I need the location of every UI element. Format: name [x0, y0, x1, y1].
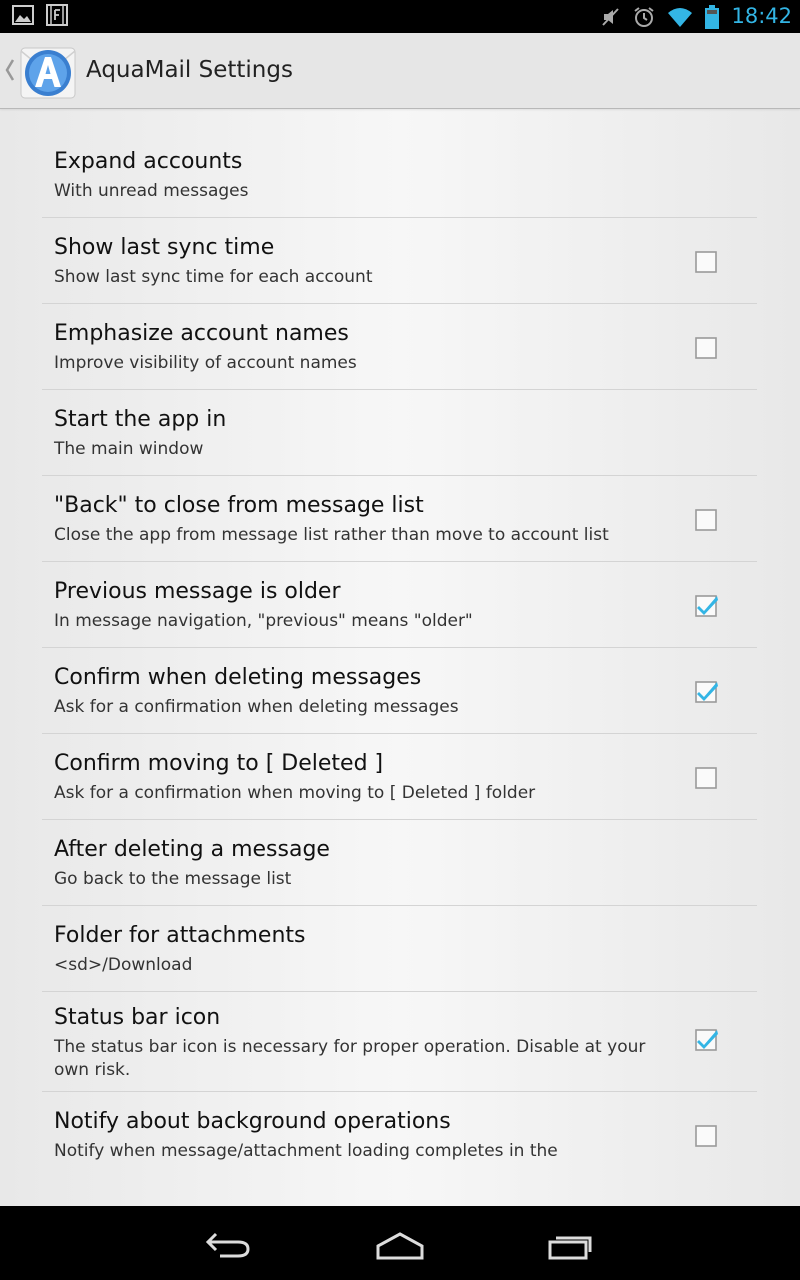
pref-expand-accounts[interactable]: Expand accounts With unread messages [42, 132, 757, 218]
pref-title: Show last sync time [54, 235, 275, 260]
checkbox-checked[interactable] [694, 594, 718, 618]
pref-title: Folder for attachments [54, 923, 306, 948]
pref-start-app-in[interactable]: Start the app in The main window [42, 390, 757, 476]
pref-title: Status bar icon [54, 1005, 221, 1030]
pref-after-deleting[interactable]: After deleting a message Go back to the … [42, 820, 757, 906]
pref-title: After deleting a message [54, 837, 330, 862]
pref-folder-attachments[interactable]: Folder for attachments <sd>/Download [42, 906, 757, 992]
pref-title: Expand accounts [54, 149, 243, 174]
pref-previous-message-older[interactable]: Previous message is older In message nav… [42, 562, 757, 648]
wifi-icon [668, 7, 693, 27]
navigation-bar [0, 1206, 800, 1280]
checkbox-checked[interactable] [694, 1028, 718, 1052]
pref-title: Start the app in [54, 407, 227, 432]
pref-title: Emphasize account names [54, 321, 349, 346]
pref-title: "Back" to close from message list [54, 493, 424, 518]
pref-notify-background[interactable]: Notify about background operations Notif… [42, 1092, 757, 1177]
pref-confirm-moving-deleted[interactable]: Confirm moving to [ Deleted ] Ask for a … [42, 734, 757, 820]
pref-summary: Ask for a confirmation when deleting mes… [54, 697, 459, 717]
pref-status-bar-icon[interactable]: Status bar icon The status bar icon is n… [42, 992, 757, 1092]
back-icon[interactable] [196, 1224, 260, 1264]
pref-title: Confirm when deleting messages [54, 665, 422, 690]
pref-summary: Improve visibility of account names [54, 353, 357, 373]
gallery-icon [12, 5, 34, 25]
pref-summary: The main window [54, 439, 204, 459]
pref-summary: Go back to the message list [54, 869, 292, 889]
pref-summary: The status bar icon is necessary for pro… [54, 1037, 646, 1080]
pref-summary: <sd>/Download [54, 955, 193, 975]
page-title: AquaMail Settings [86, 57, 293, 83]
home-icon[interactable] [368, 1224, 432, 1264]
alarm-icon [634, 6, 655, 27]
pref-summary: Notify when message/attachment loading c… [54, 1141, 558, 1161]
pref-show-last-sync-time[interactable]: Show last sync time Show last sync time … [42, 218, 757, 304]
aquamail-logo-icon[interactable] [18, 43, 78, 103]
checkbox-unchecked[interactable] [694, 336, 718, 360]
pref-summary: Show last sync time for each account [54, 267, 373, 287]
status-bar: 18:42 [0, 0, 800, 33]
recent-apps-icon[interactable] [540, 1224, 604, 1264]
pref-title: Previous message is older [54, 579, 341, 604]
checkbox-unchecked[interactable] [694, 508, 718, 532]
checkbox-checked[interactable] [694, 680, 718, 704]
flipboard-icon [46, 4, 68, 26]
pref-summary: Close the app from message list rather t… [54, 525, 609, 545]
checkbox-unchecked[interactable] [694, 766, 718, 790]
checkbox-unchecked[interactable] [694, 250, 718, 274]
pref-title: Notify about background operations [54, 1109, 451, 1134]
up-caret-icon[interactable] [4, 57, 16, 83]
battery-icon [705, 4, 720, 29]
checkbox-unchecked[interactable] [694, 1124, 718, 1148]
clock: 18:42 [731, 4, 792, 28]
mute-icon [602, 7, 620, 26]
settings-list: Expand accounts With unread messages Sho… [42, 132, 757, 1177]
pref-back-to-close[interactable]: "Back" to close from message list Close … [42, 476, 757, 562]
pref-summary: Ask for a confirmation when moving to [ … [54, 783, 536, 803]
pref-summary: In message navigation, "previous" means … [54, 611, 473, 631]
pref-emphasize-account-names[interactable]: Emphasize account names Improve visibili… [42, 304, 757, 390]
pref-summary: With unread messages [54, 181, 249, 201]
action-bar: AquaMail Settings [0, 33, 800, 109]
pref-title: Confirm moving to [ Deleted ] [54, 751, 384, 776]
pref-confirm-deleting[interactable]: Confirm when deleting messages Ask for a… [42, 648, 757, 734]
